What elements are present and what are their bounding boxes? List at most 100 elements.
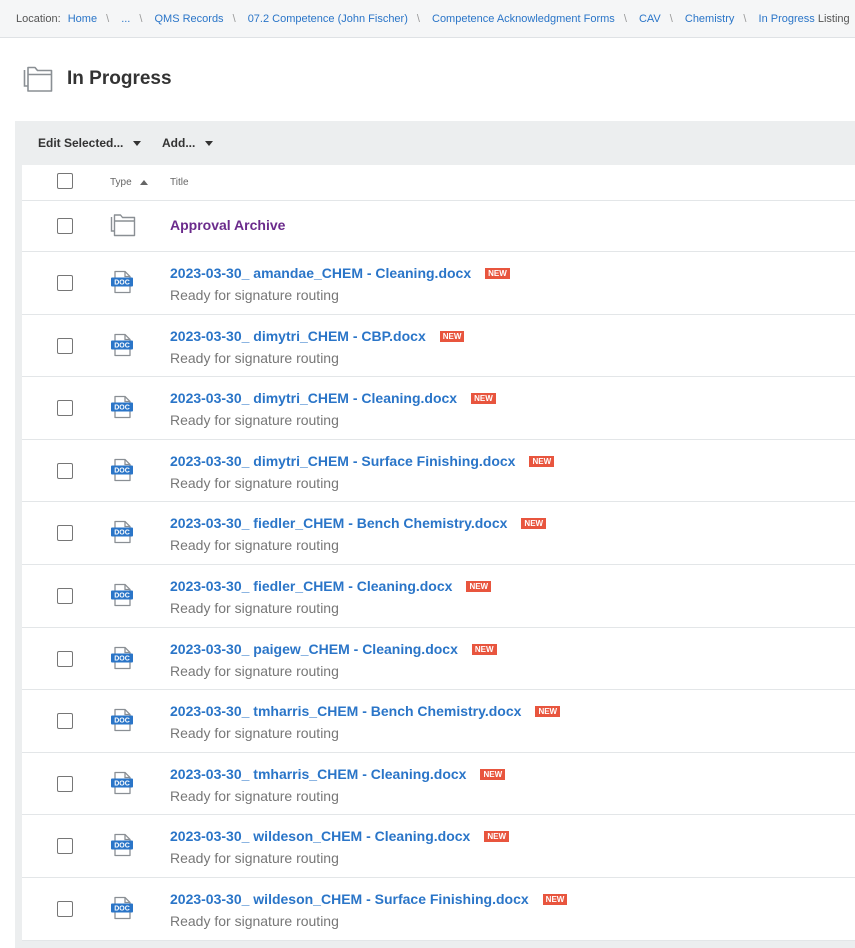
row-checkbox[interactable] [57, 838, 73, 855]
document-link[interactable]: 2023-03-30_ amandae_CHEM - Cleaning.docx… [170, 265, 510, 281]
new-badge: NEW [485, 268, 510, 279]
row-checkbox[interactable] [57, 218, 73, 234]
row-checkbox[interactable] [57, 525, 73, 542]
word-document-icon: DOC [110, 708, 134, 737]
document-title: 2023-03-30_ wildeson_CHEM - Cleaning.doc… [170, 828, 471, 845]
table-row: DOC 2023-03-30_ dimytri_CHEM - Surface Fi… [22, 440, 855, 503]
doc-icon-label: DOC [114, 593, 130, 600]
word-document-icon: DOC [110, 395, 134, 424]
breadcrumb-qms-records[interactable]: QMS Records [154, 13, 223, 25]
new-badge: NEW [521, 518, 547, 530]
row-checkbox[interactable] [57, 337, 73, 354]
breadcrumb-in-progress[interactable]: In Progress [759, 13, 815, 25]
document-description: Ready for signature routing [170, 537, 339, 554]
listing-table: Type Title Approval Archive DOC 2023-03-3… [22, 165, 855, 941]
table-row: DOC 2023-03-30_ dimytri_CHEM - CBP.docx NE… [22, 315, 855, 378]
breadcrumb-home[interactable]: Home [68, 13, 97, 25]
new-badge: NEW [529, 455, 555, 467]
row-checkbox[interactable] [57, 462, 73, 479]
document-description: Ready for signature routing [170, 412, 339, 429]
chevron-down-icon [205, 140, 214, 146]
add-label: Add... [162, 136, 196, 150]
doc-icon-label: DOC [114, 718, 130, 725]
row-checkbox[interactable] [57, 588, 73, 604]
breadcrumb-acknowledgment-forms[interactable]: Competence Acknowledgment Forms [432, 13, 615, 25]
folder-link[interactable]: Approval Archive [170, 217, 285, 233]
sort-ascending-icon [139, 180, 148, 185]
word-document-icon: DOC [110, 646, 134, 675]
new-badge: NEW [471, 643, 497, 655]
table-header: Type Title [22, 165, 855, 201]
word-document-icon: DOC [110, 520, 134, 549]
document-link[interactable]: 2023-03-30_ tmharris_CHEM - Bench Chemis… [170, 703, 561, 720]
word-document-icon: DOC [110, 583, 134, 612]
table-row: DOC 2023-03-30_ fiedler_CHEM - Bench Chem… [22, 502, 855, 565]
table-row: DOC 2023-03-30_ paigew_CHEM - Cleaning.do… [22, 628, 855, 691]
add-button[interactable]: Add... [162, 136, 214, 150]
select-all-checkbox[interactable] [57, 173, 73, 189]
table-row: DOC 2023-03-30_ dimytri_CHEM - Cleaning.d… [22, 377, 855, 440]
document-link[interactable]: 2023-03-30_ dimytri_CHEM - CBP.docx NEW [170, 327, 465, 344]
word-document-icon: DOC [110, 771, 134, 800]
row-checkbox[interactable] [57, 275, 73, 291]
doc-icon-label: DOC [114, 405, 130, 412]
document-title: 2023-03-30_ dimytri_CHEM - CBP.docx [170, 327, 426, 344]
document-link[interactable]: 2023-03-30_ wildeson_CHEM - Cleaning.doc… [170, 828, 509, 844]
table-row: DOC 2023-03-30_ tmharris_CHEM - Bench Che… [22, 690, 855, 753]
table-row: DOC 2023-03-30_ wildeson_CHEM - Cleaning.… [22, 815, 855, 878]
document-title: 2023-03-30_ tmharris_CHEM - Bench Chemis… [170, 703, 522, 720]
doc-icon-label: DOC [114, 530, 130, 537]
row-checkbox[interactable] [57, 713, 73, 730]
document-link[interactable]: 2023-03-30_ tmharris_CHEM - Cleaning.doc… [170, 766, 506, 782]
word-document-icon: DOC [110, 458, 134, 487]
column-header-type[interactable]: Type [110, 177, 148, 188]
table-row: DOC 2023-03-30_ tmharris_CHEM - Cleaning.… [22, 753, 855, 816]
listing-container: Type Title Approval Archive DOC 2023-03-3… [15, 165, 855, 948]
breadcrumb-cav[interactable]: CAV [639, 13, 661, 25]
edit-selected-label: Edit Selected... [38, 136, 124, 150]
new-badge: NEW [471, 393, 496, 405]
breadcrumb-ellipsis[interactable]: ... [121, 13, 130, 25]
table-row: DOC 2023-03-30_ amandae_CHEM - Cleaning.d… [22, 252, 855, 315]
word-document-icon: DOC [110, 333, 134, 362]
word-document-icon: DOC [110, 833, 134, 862]
document-link[interactable]: 2023-03-30_ dimytri_CHEM - Surface Finis… [170, 453, 555, 469]
column-header-type-label: Type [110, 177, 132, 188]
table-row: DOC 2023-03-30_ fiedler_CHEM - Cleaning.d… [22, 565, 855, 628]
new-badge: NEW [480, 768, 506, 780]
word-document-icon: DOC [110, 896, 134, 925]
document-link[interactable]: 2023-03-30_ dimytri_CHEM - Cleaning.docx… [170, 390, 496, 406]
row-checkbox[interactable] [57, 400, 73, 417]
document-title: 2023-03-30_ fiedler_CHEM - Bench Chemist… [170, 515, 508, 532]
doc-icon-label: DOC [114, 780, 130, 787]
document-description: Ready for signature routing [170, 662, 339, 679]
table-row: DOC 2023-03-30_ wildeson_CHEM - Surface F… [22, 878, 855, 941]
document-link[interactable]: 2023-03-30_ wildeson_CHEM - Surface Fini… [170, 891, 568, 907]
edit-selected-button[interactable]: Edit Selected... [38, 136, 142, 150]
document-title: 2023-03-30_ amandae_CHEM - Cleaning.docx [170, 265, 472, 281]
breadcrumb-chemistry[interactable]: Chemistry [685, 13, 735, 25]
new-badge: NEW [535, 706, 561, 718]
document-link[interactable]: 2023-03-30_ paigew_CHEM - Cleaning.docx N… [170, 641, 497, 657]
new-badge: NEW [466, 581, 492, 592]
row-checkbox[interactable] [57, 775, 73, 792]
breadcrumb: Location: Home \ ... \ QMS Records \ 07.2 C… [0, 0, 855, 38]
page-title: In Progress [67, 68, 172, 89]
document-description: Ready for signature routing [170, 787, 339, 804]
doc-icon-label: DOC [114, 467, 130, 474]
toolbar: Edit Selected... Add... [15, 121, 855, 165]
document-link[interactable]: 2023-03-30_ fiedler_CHEM - Bench Chemist… [170, 515, 547, 532]
table-row-folder: Approval Archive [22, 201, 855, 252]
breadcrumb-competence[interactable]: 07.2 Competence (John Fischer) [248, 13, 408, 25]
document-link[interactable]: 2023-03-30_ fiedler_CHEM - Cleaning.docx… [170, 578, 492, 594]
document-description: Ready for signature routing [170, 287, 339, 303]
document-title: 2023-03-30_ paigew_CHEM - Cleaning.docx [170, 640, 458, 657]
row-checkbox[interactable] [57, 901, 73, 917]
document-description: Ready for signature routing [170, 850, 339, 867]
breadcrumb-suffix: Listing [817, 13, 850, 25]
document-title: 2023-03-30_ dimytri_CHEM - Cleaning.docx [170, 390, 458, 407]
doc-icon-label: DOC [114, 843, 130, 850]
column-header-title[interactable]: Title [170, 177, 189, 188]
row-checkbox[interactable] [57, 650, 73, 667]
folder-icon [110, 213, 136, 242]
